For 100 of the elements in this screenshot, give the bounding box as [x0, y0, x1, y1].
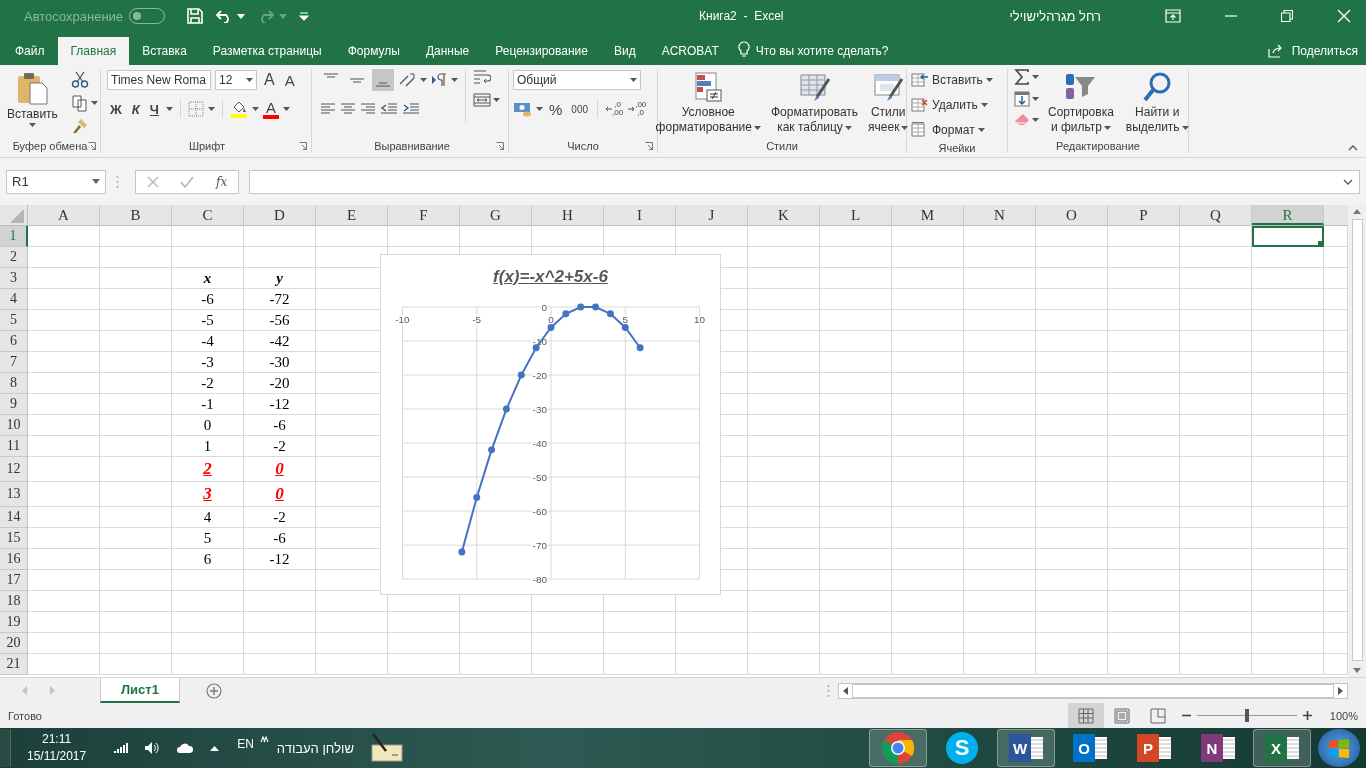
ribbon-tab[interactable]: Главная [57, 37, 130, 65]
scroll-up-icon[interactable] [1353, 209, 1361, 214]
row-header[interactable]: 12 [0, 457, 28, 482]
ribbon-tab[interactable]: Данные [412, 37, 483, 65]
ribbon-options-icon[interactable] [1165, 9, 1181, 23]
caret-icon[interactable] [1032, 97, 1039, 101]
signal-icon[interactable] [114, 742, 129, 754]
column-header[interactable]: J [676, 205, 748, 225]
column-header[interactable]: A [28, 205, 100, 225]
row-header[interactable]: 10 [0, 415, 28, 436]
italic-button[interactable]: К [128, 101, 143, 117]
caret-icon[interactable] [237, 13, 246, 19]
user-name[interactable]: רחל מגרהלישוילי [1009, 8, 1101, 24]
scissors-icon[interactable] [70, 71, 89, 89]
name-box[interactable]: R1 [6, 169, 106, 194]
caret-icon[interactable] [251, 107, 259, 111]
dialog-launcher-icon[interactable] [299, 142, 307, 150]
copy-icon[interactable] [70, 94, 89, 112]
insert-function-button[interactable]: fx [216, 174, 228, 189]
column-header[interactable]: O [1036, 205, 1108, 225]
caret-icon[interactable] [1032, 118, 1039, 122]
vertical-scrollbar[interactable] [1348, 205, 1366, 677]
row-header[interactable]: 13 [0, 482, 28, 507]
column-header[interactable]: E [316, 205, 388, 225]
format-painter-icon[interactable] [70, 117, 89, 135]
currency-icon[interactable] [513, 101, 533, 117]
row-header[interactable]: 17 [0, 570, 28, 591]
insert-cells-button[interactable]: Вставить [911, 69, 993, 91]
caret-icon[interactable] [207, 107, 215, 111]
formula-input[interactable] [249, 169, 1360, 194]
column-header[interactable]: R [1252, 205, 1324, 225]
paste-button[interactable]: Вставить [4, 69, 61, 129]
paragraph-direction-icon[interactable] [431, 73, 447, 87]
caret-icon[interactable] [1032, 75, 1039, 79]
ribbon-tab[interactable]: Вставка [129, 37, 200, 65]
text-orientation-icon[interactable] [398, 72, 416, 88]
column-header[interactable]: H [532, 205, 604, 225]
selected-cell[interactable] [1252, 226, 1324, 247]
start-button[interactable] [1318, 729, 1360, 767]
ribbon-tab[interactable]: Формулы [334, 37, 413, 65]
volume-icon[interactable] [144, 741, 161, 755]
ribbon-tab[interactable]: Рецензирование [482, 37, 601, 65]
row-header[interactable]: 3 [0, 268, 28, 289]
column-header[interactable]: I [604, 205, 676, 225]
caret-icon[interactable] [282, 107, 290, 111]
row-header[interactable]: 4 [0, 289, 28, 310]
scroll-left-icon[interactable] [843, 686, 848, 695]
row-header[interactable]: 11 [0, 436, 28, 457]
column-header[interactable]: M [892, 205, 964, 225]
column-header[interactable]: L [820, 205, 892, 225]
column-header[interactable]: B [100, 205, 172, 225]
share-button[interactable]: Поделиться [1267, 37, 1358, 65]
fill-down-icon[interactable] [1014, 91, 1030, 107]
column-header[interactable]: K [748, 205, 820, 225]
checkmark-icon[interactable] [180, 175, 195, 188]
table-button[interactable]: Форматировать как таблицу [767, 69, 862, 137]
normal-view-button[interactable] [1067, 703, 1104, 728]
row-header[interactable]: 15 [0, 528, 28, 549]
caret-icon[interactable] [420, 78, 427, 82]
pen-tablet-icon[interactable] [369, 733, 404, 763]
decrease-decimal-button[interactable]: ,00 ,0 [627, 101, 648, 117]
decrease-indent-icon[interactable] [380, 102, 398, 116]
wrap-text-icon[interactable] [473, 69, 491, 85]
number-format-field[interactable]: Общий [513, 70, 641, 90]
caret-icon[interactable] [536, 107, 543, 111]
sort-button[interactable]: Сортировка и фильтр [1045, 69, 1117, 137]
font-name-field[interactable]: Times New Roma [107, 70, 211, 90]
row-header[interactable]: 6 [0, 331, 28, 352]
taskbar-app-button[interactable]: P [1125, 729, 1183, 767]
ribbon-tab[interactable]: ACROBAT [648, 37, 732, 65]
merge-cells-icon[interactable] [473, 92, 491, 108]
format-cells-button[interactable]: Формат [911, 119, 985, 141]
close-icon[interactable] [1337, 9, 1351, 23]
caret-icon[interactable] [90, 101, 98, 105]
font-color-button[interactable]: A [262, 99, 279, 119]
language-indicator[interactable]: EN [237, 737, 254, 751]
row-header[interactable]: 18 [0, 591, 28, 612]
caret-icon[interactable] [451, 78, 458, 82]
row-header[interactable]: 2 [0, 247, 28, 268]
delete-cells-button[interactable]: Удалить [911, 94, 988, 116]
caret-icon[interactable] [165, 107, 173, 111]
taskbar-app-button[interactable]: O [1061, 729, 1119, 767]
clock[interactable]: 21:11 15/11/2017 [27, 731, 87, 765]
row-header[interactable]: 19 [0, 612, 28, 633]
increase-indent-icon[interactable] [402, 102, 420, 116]
ribbon-tab[interactable]: Разметка страницы [199, 37, 335, 65]
collapse-ribbon-icon[interactable] [1348, 145, 1358, 151]
dialog-launcher-icon[interactable] [496, 142, 504, 150]
customize-icon[interactable] [299, 11, 310, 21]
zoom-level[interactable]: 100% [1329, 709, 1358, 722]
taskbar-app-button[interactable]: N [1189, 729, 1247, 767]
underline-button[interactable]: Ч [146, 101, 162, 117]
bold-button[interactable]: Ж [107, 101, 125, 117]
desktop-toolbar-label[interactable]: שולחן העבודה [276, 740, 354, 756]
cloud-icon[interactable] [176, 742, 195, 754]
show-hidden-icons-icon[interactable] [210, 745, 220, 751]
thousands-separator-button[interactable]: 000 [568, 103, 592, 115]
column-header[interactable]: P [1108, 205, 1180, 225]
fill-color-icon[interactable] [229, 100, 248, 118]
save-icon[interactable] [187, 8, 204, 24]
